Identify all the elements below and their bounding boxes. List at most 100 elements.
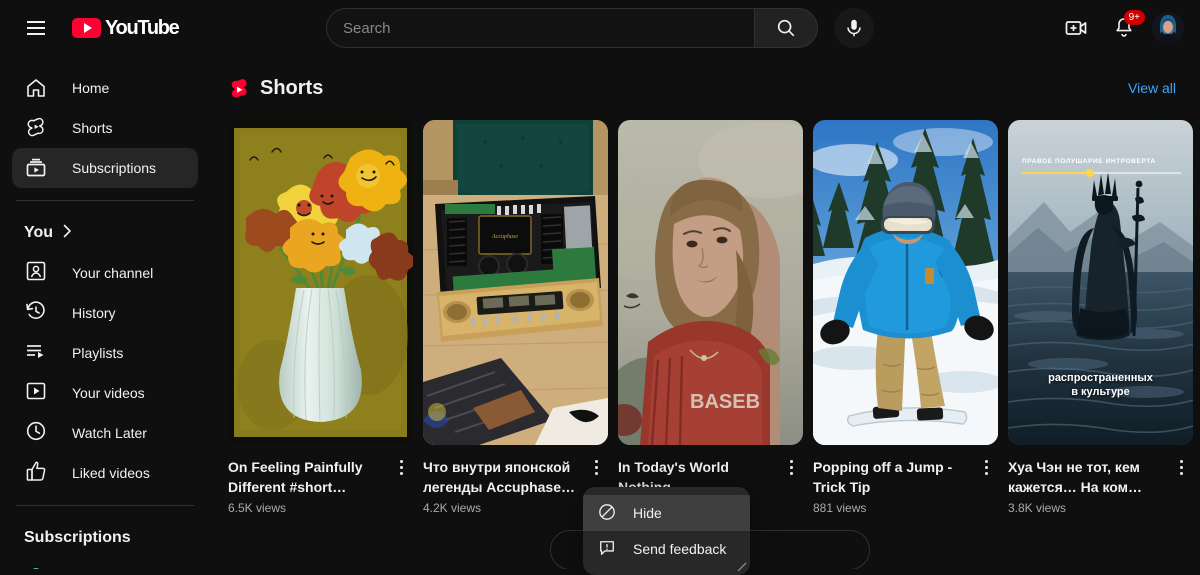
thumbnail-caption-line2: в культуре xyxy=(1008,386,1193,399)
short-card[interactable]: ПРАВОЕ ПОЛУШАРИЕ ИНТРОВЕРТА распростране… xyxy=(1008,120,1193,515)
masthead-center xyxy=(230,8,970,48)
create-button[interactable] xyxy=(1056,8,1096,48)
short-card[interactable]: On Feeling Painfully Different #short… 6… xyxy=(228,120,413,515)
search-group xyxy=(326,8,818,48)
search-box[interactable] xyxy=(326,8,754,48)
sidebar-item-subscriptions[interactable]: Subscriptions xyxy=(12,148,198,188)
short-meta: Хуа Чэн не тот, кем кажется… На ком… 3.8… xyxy=(1008,457,1193,515)
menu-item-label: Send feedback xyxy=(633,541,726,557)
hamburger-bar xyxy=(27,27,45,29)
short-title[interactable]: Popping off a Jump - Trick Tip xyxy=(813,457,970,497)
view-all-link[interactable]: View all xyxy=(1128,80,1176,96)
thumbnail-caption-line1: распространенных xyxy=(1008,372,1193,385)
short-title[interactable]: Хуа Чэн не тот, кем кажется… На ком… xyxy=(1008,457,1165,497)
search-button[interactable] xyxy=(754,8,818,48)
menu-item-hide[interactable]: Hide xyxy=(583,495,750,531)
notification-badge: 9+ xyxy=(1124,10,1145,25)
sidebar-you-section[interactable]: You xyxy=(0,213,210,253)
feedback-icon xyxy=(597,538,617,561)
progress-fill xyxy=(1022,172,1089,174)
thumbnail-overlay-title: ПРАВОЕ ПОЛУШАРИЕ ИНТРОВЕРТА xyxy=(1022,158,1185,165)
short-thumbnail[interactable]: BASEB xyxy=(618,120,803,445)
notifications-button[interactable]: 9+ xyxy=(1104,8,1144,48)
sidebar-item-history[interactable]: History xyxy=(12,293,198,333)
sidebar-you-label: You xyxy=(24,224,53,242)
sidebar-channel-raychez[interactable]: raychez xyxy=(12,558,198,569)
masthead-left: YouTube xyxy=(0,8,230,48)
short-meta: Что внутри японской легенды Accuphase E…… xyxy=(423,457,608,515)
sidebar-item-label: Liked videos xyxy=(72,465,198,481)
resize-handle-icon[interactable] xyxy=(737,562,747,572)
sidebar-item-label: Your channel xyxy=(72,265,198,281)
microphone-icon xyxy=(843,17,865,39)
short-title[interactable]: Что внутри японской легенды Accuphase E… xyxy=(423,457,580,497)
voice-search-button[interactable] xyxy=(834,8,874,48)
short-thumbnail[interactable]: Accuphase xyxy=(423,120,608,445)
sidebar-item-label: Subscriptions xyxy=(72,160,156,176)
woman-shading-eyes-sky: BASEB xyxy=(618,120,803,445)
sidebar-divider xyxy=(16,200,194,201)
short-more-actions-button[interactable] xyxy=(389,455,413,479)
sidebar-subscriptions-heading: Subscriptions xyxy=(0,518,210,558)
guide-menu-button[interactable] xyxy=(16,8,56,48)
playlists-icon xyxy=(24,339,48,368)
sidebar-item-watch-later[interactable]: Watch Later xyxy=(12,413,198,453)
short-more-actions-button[interactable] xyxy=(974,455,998,479)
sidebar-item-label: Playlists xyxy=(72,345,198,361)
short-more-actions-button[interactable] xyxy=(584,455,608,479)
home-icon xyxy=(24,76,48,100)
short-more-actions-button[interactable] xyxy=(779,455,803,479)
history-icon xyxy=(24,299,48,328)
short-card[interactable]: Popping off a Jump - Trick Tip 881 views xyxy=(813,120,998,515)
flowers-in-vase-illustration xyxy=(228,120,413,445)
short-thumbnail[interactable] xyxy=(228,120,413,445)
short-views: 881 views xyxy=(813,501,970,515)
sidebar-item-liked-videos[interactable]: Liked videos xyxy=(12,453,198,493)
sidebar-item-label: Watch Later xyxy=(72,425,198,441)
shorts-row: On Feeling Painfully Different #short… 6… xyxy=(210,120,1200,515)
open-amplifier-on-table: Accuphase xyxy=(423,120,608,445)
short-title[interactable]: On Feeling Painfully Different #short… xyxy=(228,457,385,497)
short-thumbnail[interactable]: ПРАВОЕ ПОЛУШАРИЕ ИНТРОВЕРТА распростране… xyxy=(1008,120,1193,445)
sidebar-item-your-channel[interactable]: Your channel xyxy=(12,253,198,293)
short-views: 3.8K views xyxy=(1008,501,1165,515)
menu-item-label: Hide xyxy=(633,505,662,521)
sidebar-item-label: Your videos xyxy=(72,385,198,401)
svg-text:Accuphase: Accuphase xyxy=(491,234,518,240)
progress-knob xyxy=(1086,169,1094,177)
hamburger-bar xyxy=(27,33,45,35)
snowboarder-on-slope xyxy=(813,120,998,445)
short-meta: On Feeling Painfully Different #short… 6… xyxy=(228,457,413,515)
chevron-right-icon xyxy=(59,223,75,244)
menu-item-send-feedback[interactable]: Send feedback xyxy=(583,531,750,567)
create-video-icon xyxy=(1064,16,1088,40)
sidebar: Home Shorts Subscriptions You xyxy=(0,56,210,569)
masthead: YouTube xyxy=(0,0,1200,56)
watch-later-icon xyxy=(24,419,48,448)
short-card[interactable]: BASEB In Today's World Nothing xyxy=(618,120,803,515)
context-menu: Hide Send feedback xyxy=(583,487,750,575)
shelf-title: Shorts xyxy=(260,77,323,100)
shorts-logo-icon xyxy=(228,76,250,100)
shorts-shelf-header: Shorts View all xyxy=(210,56,1200,120)
thumbnail-progress-bar xyxy=(1022,172,1181,174)
sidebar-item-label: History xyxy=(72,305,198,321)
search-input[interactable] xyxy=(343,20,754,37)
short-views: 4.2K views xyxy=(423,501,580,515)
sidebar-divider-2 xyxy=(16,505,194,506)
sidebar-item-label: Shorts xyxy=(72,120,112,136)
sidebar-item-shorts[interactable]: Shorts xyxy=(12,108,198,148)
sidebar-item-your-videos[interactable]: Your videos xyxy=(12,373,198,413)
short-meta: Popping off a Jump - Trick Tip 881 views xyxy=(813,457,998,515)
sidebar-item-home[interactable]: Home xyxy=(12,68,198,108)
short-views: 6.5K views xyxy=(228,501,385,515)
youtube-logo[interactable]: YouTube xyxy=(72,17,178,40)
sidebar-item-playlists[interactable]: Playlists xyxy=(12,333,198,373)
short-card[interactable]: Accuphase xyxy=(423,120,608,515)
short-more-actions-button[interactable] xyxy=(1169,455,1193,479)
search-icon xyxy=(775,17,797,39)
avatar[interactable] xyxy=(1152,12,1184,44)
your-channel-icon xyxy=(24,259,48,288)
short-thumbnail[interactable] xyxy=(813,120,998,445)
youtube-logo-text: YouTube xyxy=(105,17,178,40)
